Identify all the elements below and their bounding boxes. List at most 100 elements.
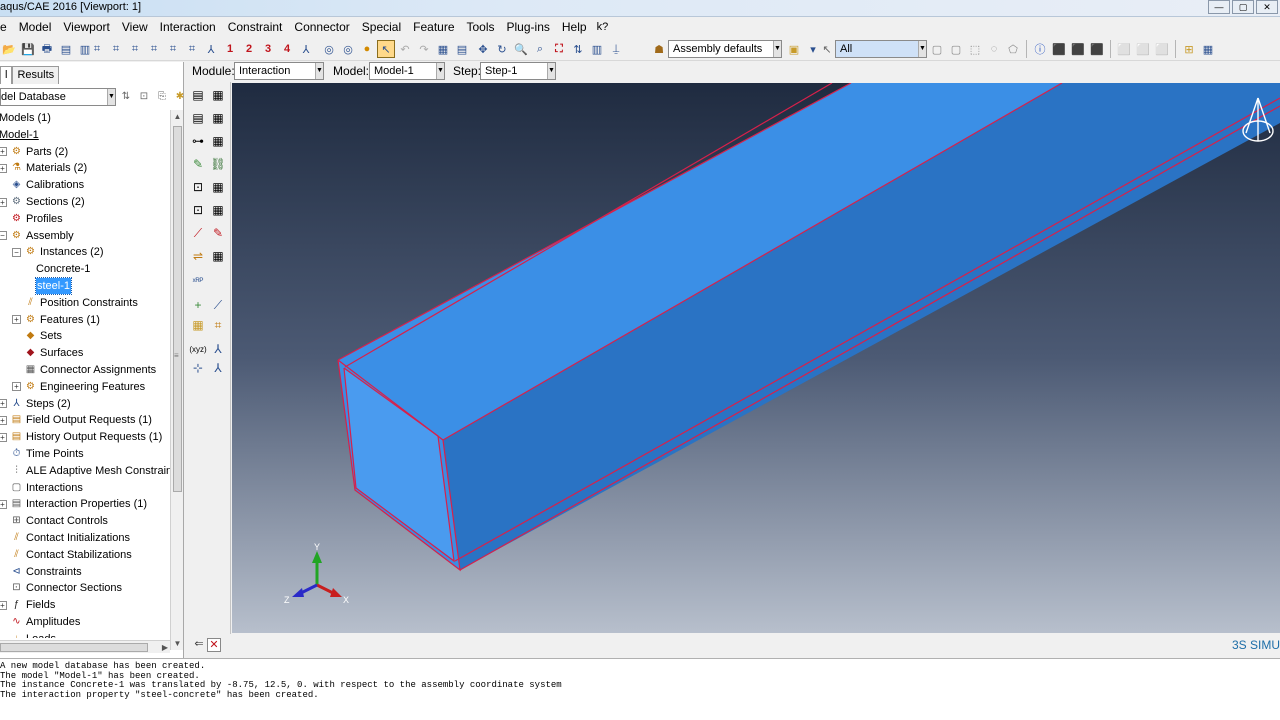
tree-node[interactable]: ⚙ Profiles xyxy=(0,211,63,227)
contact-control-manager-icon[interactable]: ▦ xyxy=(209,132,227,150)
tree-node[interactable]: ⫶ ALE Adaptive Mesh Constraints xyxy=(0,463,170,479)
expand-icon[interactable]: + xyxy=(0,197,7,207)
view-left-icon[interactable]: ⌗ xyxy=(164,40,182,58)
selection-filter-select[interactable]: All ▼ xyxy=(835,40,927,58)
partition-icon[interactable]: ⊹ xyxy=(189,359,207,377)
rotate-icon[interactable]: ↻ xyxy=(493,40,511,58)
tree-node[interactable]: ⊲ Constraints xyxy=(0,564,81,580)
display-group-icon[interactable]: ▣ xyxy=(785,40,803,58)
model-select[interactable]: Model-1 ▼ xyxy=(369,62,445,80)
select-poly-icon[interactable]: ⬠ xyxy=(1004,40,1022,58)
connector-assignment-manager-icon[interactable]: ▦ xyxy=(209,247,227,265)
view-3-button[interactable]: 3 xyxy=(259,40,277,58)
tree-node[interactable]: − ⚙ Assembly xyxy=(0,228,74,244)
expand-icon[interactable]: + xyxy=(0,163,7,173)
create-datum-csys-icon[interactable]: ⌗ xyxy=(209,316,227,334)
menu-feature[interactable]: Feature xyxy=(407,20,460,34)
tree-node[interactable]: + ▤ History Output Requests (1) xyxy=(0,429,162,445)
measure-icon[interactable]: ⍊ xyxy=(607,40,625,58)
tree-icon[interactable]: ⊞ xyxy=(1180,40,1198,58)
context-help-icon[interactable]: k? xyxy=(593,21,613,33)
scroll-thumb[interactable] xyxy=(0,643,148,652)
create-wire-icon[interactable]: ⟋ xyxy=(189,224,207,242)
tab-results[interactable]: Results xyxy=(12,66,60,84)
tree-node[interactable]: ↓Loads xyxy=(0,631,56,638)
axes-icon[interactable]: ⅄ xyxy=(202,40,220,58)
tree-node[interactable]: ∿ Amplitudes xyxy=(0,614,80,630)
axes-triad-icon[interactable]: ⅄ xyxy=(209,340,227,358)
expand-icon[interactable]: + xyxy=(0,147,7,157)
connector-section-manager-icon[interactable]: ▦ xyxy=(209,201,227,219)
tree-node[interactable]: ▦ Connector Assignments xyxy=(12,362,156,378)
info-icon[interactable]: ⓘ xyxy=(1031,40,1049,58)
box-2-icon[interactable]: ⬜ xyxy=(1134,40,1152,58)
menu-constraint[interactable]: Constraint xyxy=(222,20,289,34)
menu-special[interactable]: Special xyxy=(356,20,407,34)
step-select[interactable]: Step-1 ▼ xyxy=(480,62,556,80)
tree-node[interactable]: ▢ Interactions xyxy=(0,480,83,496)
tree-node[interactable]: − ⚙ Instances (2) xyxy=(12,244,104,260)
splitter-grip-icon[interactable]: ≡ xyxy=(174,352,181,360)
tree-node[interactable]: steel-1 xyxy=(34,277,73,295)
tree-vertical-scrollbar[interactable]: ▲ ≡ ▼ xyxy=(170,110,183,650)
menu-file[interactable]: e xyxy=(0,20,13,34)
tree-node[interactable]: ⊡ Connector Sections xyxy=(0,580,122,596)
interaction-property-manager-icon[interactable]: ▦ xyxy=(209,109,227,127)
zoom-box-icon[interactable]: ⌕ xyxy=(531,40,549,58)
tree-node[interactable]: ⫽ Contact Initializations xyxy=(0,530,130,546)
view-right-icon[interactable]: ⌗ xyxy=(183,40,201,58)
expand-icon[interactable]: + xyxy=(0,399,7,409)
scroll-right-icon[interactable]: ▶ xyxy=(162,641,168,654)
create-constraint-icon[interactable]: ⊡ xyxy=(189,178,207,196)
close-window-button[interactable]: ✕ xyxy=(1256,0,1278,14)
select-circle-icon[interactable]: ◌ xyxy=(985,40,1003,58)
view-front-icon[interactable]: ⌗ xyxy=(88,40,106,58)
tree-node[interactable]: + ▤ Field Output Requests (1) xyxy=(0,412,152,428)
triad-2-icon[interactable]: ⅄ xyxy=(209,359,227,377)
tree-node[interactable]: + ⚙ Engineering Features xyxy=(12,379,145,395)
reference-point-icon[interactable]: ˣᴿᴾ xyxy=(189,272,207,290)
create-datum-point-icon[interactable]: + xyxy=(189,296,207,314)
create-datum-axis-icon[interactable]: ⟋ xyxy=(209,296,227,314)
create-contact-control-icon[interactable]: ⊶ xyxy=(189,132,207,150)
edit-wire-icon[interactable]: ✎ xyxy=(209,224,227,242)
menu-model[interactable]: Model xyxy=(13,20,58,34)
tree-node[interactable]: ⏱ Time Points xyxy=(0,446,84,462)
cube-2-icon[interactable]: ⬛ xyxy=(1069,40,1087,58)
view-back-icon[interactable]: ⌗ xyxy=(107,40,125,58)
viewport-canvas[interactable]: Y X Z xyxy=(232,83,1280,633)
tree-node[interactable]: + ⚙ Parts (2) xyxy=(0,144,68,160)
box-3-icon[interactable]: ⬜ xyxy=(1153,40,1171,58)
tree-node[interactable]: ◆ Sets xyxy=(12,328,62,344)
menu-plugins[interactable]: Plug-ins xyxy=(501,20,556,34)
iso-view-icon[interactable]: ⅄ xyxy=(297,40,315,58)
select-box-icon[interactable]: ⬚ xyxy=(966,40,984,58)
box-1-icon[interactable]: ⬜ xyxy=(1115,40,1133,58)
model-database-select[interactable]: del Database ▼ xyxy=(0,88,116,106)
create-contact-init-icon[interactable]: ✎ xyxy=(189,155,207,173)
view-4-button[interactable]: 4 xyxy=(278,40,296,58)
create-datum-plane-icon[interactable]: ▦ xyxy=(189,316,207,334)
expand-icon[interactable]: + xyxy=(0,432,7,442)
shaded-icon[interactable]: ● xyxy=(358,40,376,58)
view-top-icon[interactable]: ⌗ xyxy=(126,40,144,58)
view-bottom-icon[interactable]: ⌗ xyxy=(145,40,163,58)
menu-help[interactable]: Help xyxy=(556,20,593,34)
cube-3-icon[interactable]: ⬛ xyxy=(1088,40,1106,58)
expand-icon[interactable]: + xyxy=(12,382,21,392)
tab-model[interactable]: l xyxy=(0,66,13,84)
minimize-button[interactable]: — xyxy=(1208,0,1230,14)
select-1-icon[interactable]: ▢ xyxy=(928,40,946,58)
csys-xyz-icon[interactable]: (xyz) xyxy=(189,340,207,358)
tree-node[interactable]: + ⚗ Materials (2) xyxy=(0,160,87,176)
view-1-button[interactable]: 1 xyxy=(221,40,239,58)
tree-horizontal-scrollbar[interactable]: ▶ xyxy=(0,640,170,653)
constraint-manager-icon[interactable]: ▦ xyxy=(209,178,227,196)
scroll-thumb[interactable] xyxy=(173,126,182,492)
tree-node[interactable]: Concrete-1 xyxy=(36,261,90,277)
tree-link-icon[interactable]: ⎘ xyxy=(155,90,169,104)
maximize-button[interactable]: ▢ xyxy=(1232,0,1254,14)
filter-icon[interactable]: ⊡ xyxy=(137,90,151,104)
create-interaction-property-icon[interactable]: ▤ xyxy=(189,109,207,127)
pick-icon[interactable]: ↖ xyxy=(377,40,395,58)
